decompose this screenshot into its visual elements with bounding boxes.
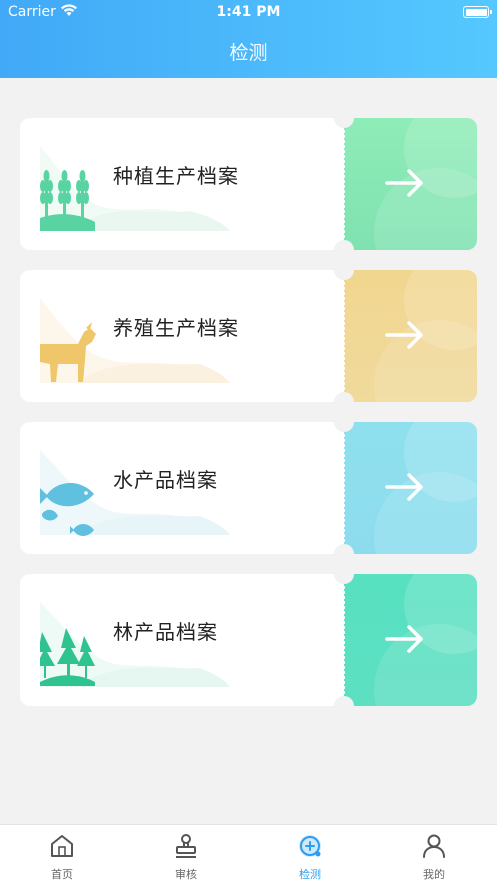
card-body: 林产品档案 [20,574,344,706]
card-action[interactable] [344,270,477,402]
home-icon [51,835,73,857]
detect-icon [299,835,321,857]
arrow-right-icon [385,321,423,349]
arrow-right-icon [385,625,423,653]
tab-label: 我的 [423,868,445,881]
card-body: 养殖生产档案 [20,270,344,402]
card-body: 水产品档案 [20,422,344,554]
card-label: 水产品档案 [113,468,218,492]
tab-detect[interactable]: 检测 [248,825,372,884]
user-icon [423,834,445,858]
card-action[interactable] [344,574,477,706]
tab-bar: 首页 审核 检测 我的 [0,824,497,884]
card-label: 养殖生产档案 [113,316,239,340]
card-label: 种植生产档案 [113,164,239,188]
card-action[interactable] [344,422,477,554]
tab-home[interactable]: 首页 [0,825,124,884]
card-breeding-archive[interactable]: 养殖生产档案 [20,260,477,412]
page-title: 检测 [229,42,268,64]
card-planting-archive[interactable]: 种植生产档案 [20,108,477,260]
card-forestry-archive[interactable]: 林产品档案 [20,564,477,716]
nav-header: Carrier 1:41 PM 检测 [0,0,497,78]
tab-label: 首页 [51,868,73,881]
arrow-right-icon [385,169,423,197]
stamp-icon [176,834,196,858]
tab-label: 审核 [175,868,197,881]
battery-icon [463,6,492,18]
card-body: 种植生产档案 [20,118,344,250]
tab-review[interactable]: 审核 [124,825,248,884]
status-bar: Carrier 1:41 PM [0,4,497,22]
status-time: 1:41 PM [216,4,281,20]
card-label: 林产品档案 [113,620,218,644]
tab-label: 检测 [299,868,321,881]
card-aquatic-archive[interactable]: 水产品档案 [20,412,477,564]
arrow-right-icon [385,473,423,501]
card-action[interactable] [344,118,477,250]
tab-mine[interactable]: 我的 [372,825,496,884]
